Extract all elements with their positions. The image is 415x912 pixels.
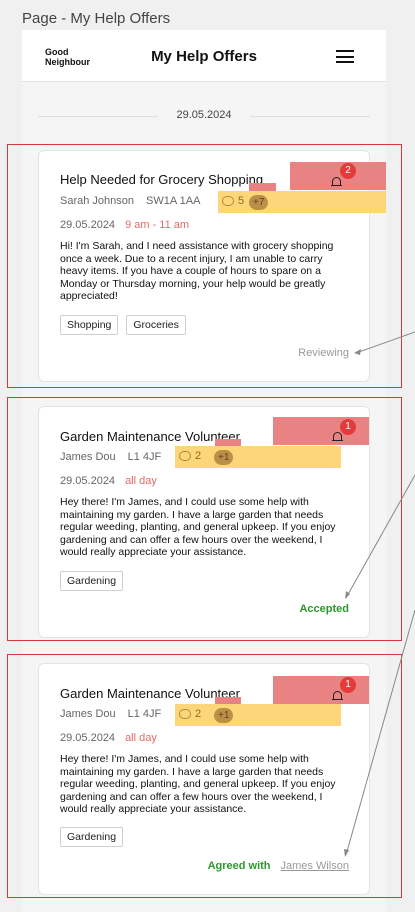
annotation-arrows [344, 331, 415, 857]
